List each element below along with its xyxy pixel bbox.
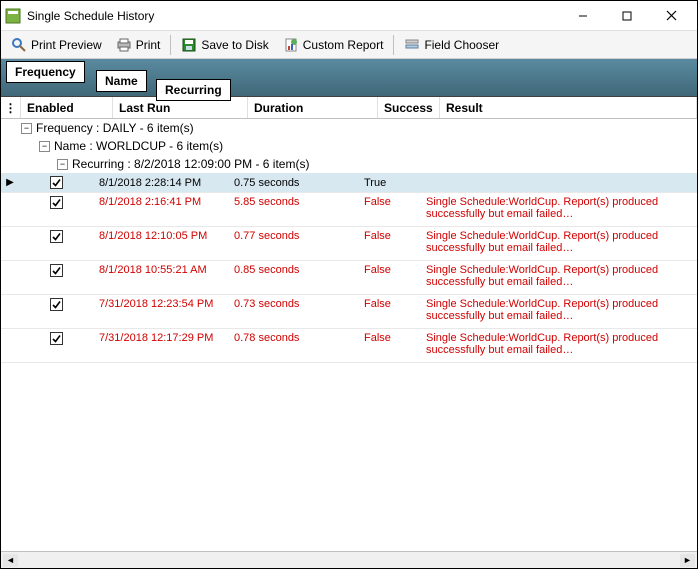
row-indicator-icon: ▶	[1, 173, 19, 192]
close-button[interactable]	[649, 2, 693, 30]
toolbar: Print Preview Print Save to Disk Custom …	[1, 31, 697, 59]
group-row-label: Frequency : DAILY - 6 item(s)	[36, 121, 194, 135]
cell-success: False	[358, 227, 420, 245]
enabled-checkbox[interactable]	[50, 230, 63, 243]
group-row-recurring[interactable]: − Recurring : 8/2/2018 12:09:00 PM - 6 i…	[1, 155, 697, 173]
separator	[393, 35, 394, 55]
field-chooser-label: Field Chooser	[424, 38, 499, 52]
cell-duration: 5.85 seconds	[228, 193, 358, 211]
scroll-left-icon[interactable]: ◄	[3, 554, 18, 567]
field-chooser-button[interactable]: Field Chooser	[398, 35, 505, 55]
cell-result: Single Schedule:WorldCup. Report(s) prod…	[420, 261, 697, 291]
table-row[interactable]: 7/31/2018 12:23:54 PM0.73 secondsFalseSi…	[1, 295, 697, 329]
scroll-right-icon[interactable]: ►	[680, 554, 695, 567]
report-icon	[283, 37, 299, 53]
print-label: Print	[136, 38, 161, 52]
cell-last-run: 8/1/2018 2:16:41 PM	[93, 193, 228, 211]
enabled-checkbox[interactable]	[50, 332, 63, 345]
cell-result	[420, 173, 697, 192]
grid-body: − Frequency : DAILY - 6 item(s) − Name :…	[1, 119, 697, 551]
cell-duration: 0.77 seconds	[228, 227, 358, 245]
floppy-icon	[181, 37, 197, 53]
cell-last-run: 7/31/2018 12:23:54 PM	[93, 295, 228, 313]
cell-duration: 0.73 seconds	[228, 295, 358, 313]
app-window: Single Schedule History Print Preview Pr…	[0, 0, 698, 569]
cell-result: Single Schedule:WorldCup. Report(s) prod…	[420, 329, 697, 359]
print-button[interactable]: Print	[110, 35, 167, 55]
group-tab-name[interactable]: Name	[96, 70, 147, 92]
cell-duration: 0.78 seconds	[228, 329, 358, 347]
group-row-name[interactable]: − Name : WORLDCUP - 6 item(s)	[1, 137, 697, 155]
cell-last-run: 7/31/2018 12:17:29 PM	[93, 329, 228, 347]
table-row[interactable]: 8/1/2018 10:55:21 AM0.85 secondsFalseSin…	[1, 261, 697, 295]
print-preview-label: Print Preview	[31, 38, 102, 52]
table-row[interactable]: ▶ 8/1/2018 2:28:14 PM0.75 secondsTrue	[1, 173, 697, 193]
cell-last-run: 8/1/2018 2:28:14 PM	[93, 173, 228, 192]
column-menu-button[interactable]: ⋮	[1, 97, 21, 118]
horizontal-scrollbar[interactable]: ◄ ►	[1, 551, 697, 568]
group-tab-frequency[interactable]: Frequency	[6, 61, 85, 83]
group-by-bar[interactable]: Frequency Name Recurring	[1, 59, 697, 97]
cell-duration: 0.85 seconds	[228, 261, 358, 279]
save-to-disk-label: Save to Disk	[201, 38, 268, 52]
column-enabled[interactable]: Enabled	[21, 97, 113, 118]
print-preview-button[interactable]: Print Preview	[5, 35, 108, 55]
table-row[interactable]: 8/1/2018 12:10:05 PM0.77 secondsFalseSin…	[1, 227, 697, 261]
cell-result: Single Schedule:WorldCup. Report(s) prod…	[420, 295, 697, 325]
cell-duration: 0.75 seconds	[228, 173, 358, 192]
column-result[interactable]: Result	[440, 97, 697, 118]
app-icon	[5, 8, 21, 24]
collapse-icon[interactable]: −	[57, 159, 68, 170]
cell-last-run: 8/1/2018 10:55:21 AM	[93, 261, 228, 279]
cell-success: False	[358, 261, 420, 279]
enabled-checkbox[interactable]	[50, 264, 63, 277]
window-title: Single Schedule History	[27, 9, 561, 23]
column-duration[interactable]: Duration	[248, 97, 378, 118]
cell-result: Single Schedule:WorldCup. Report(s) prod…	[420, 193, 697, 223]
minimize-button[interactable]	[561, 2, 605, 30]
window-controls	[561, 2, 693, 30]
group-tab-recurring[interactable]: Recurring	[156, 79, 231, 101]
table-row[interactable]: 7/31/2018 12:17:29 PM0.78 secondsFalseSi…	[1, 329, 697, 363]
column-success[interactable]: Success	[378, 97, 440, 118]
column-header: ⋮ Enabled Last Run Duration Success Resu…	[1, 97, 697, 119]
group-row-label: Name : WORLDCUP - 6 item(s)	[54, 139, 223, 153]
custom-report-button[interactable]: Custom Report	[277, 35, 390, 55]
titlebar: Single Schedule History	[1, 1, 697, 31]
cell-success: False	[358, 295, 420, 313]
custom-report-label: Custom Report	[303, 38, 384, 52]
cell-success: False	[358, 193, 420, 211]
printer-icon	[116, 37, 132, 53]
collapse-icon[interactable]: −	[21, 123, 32, 134]
enabled-checkbox[interactable]	[50, 176, 63, 189]
cell-success: False	[358, 329, 420, 347]
group-row-frequency[interactable]: − Frequency : DAILY - 6 item(s)	[1, 119, 697, 137]
cell-last-run: 8/1/2018 12:10:05 PM	[93, 227, 228, 245]
collapse-icon[interactable]: −	[39, 141, 50, 152]
cell-success: True	[358, 173, 420, 192]
separator	[170, 35, 171, 55]
enabled-checkbox[interactable]	[50, 298, 63, 311]
table-row[interactable]: 8/1/2018 2:16:41 PM5.85 secondsFalseSing…	[1, 193, 697, 227]
maximize-button[interactable]	[605, 2, 649, 30]
group-row-label: Recurring : 8/2/2018 12:09:00 PM - 6 ite…	[72, 157, 309, 171]
save-to-disk-button[interactable]: Save to Disk	[175, 35, 274, 55]
enabled-checkbox[interactable]	[50, 196, 63, 209]
cell-result: Single Schedule:WorldCup. Report(s) prod…	[420, 227, 697, 257]
magnifier-icon	[11, 37, 27, 53]
field-chooser-icon	[404, 37, 420, 53]
